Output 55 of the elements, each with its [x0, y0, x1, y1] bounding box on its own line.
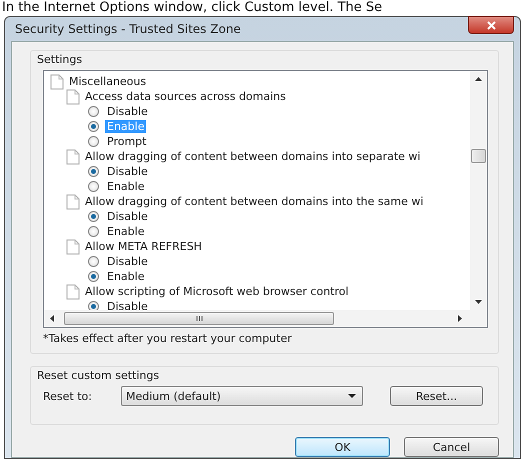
option-label: Disable [106, 165, 149, 178]
footnote-text: *Takes effect after you restart your computer [43, 332, 293, 345]
grip-icon [196, 316, 202, 321]
scroll-thumb[interactable] [64, 312, 334, 325]
document-icon [50, 74, 64, 90]
setting-label: Allow dragging of content between domains into separate wi [85, 150, 420, 163]
option-label: Disable [106, 105, 149, 118]
horizontal-scrollbar[interactable] [44, 310, 470, 327]
radio-button[interactable] [88, 211, 99, 222]
document-icon [66, 284, 80, 300]
radio-button[interactable] [88, 301, 99, 310]
option-label: Disable [106, 300, 149, 310]
reset-level-dropdown[interactable]: Medium (default) [121, 386, 363, 406]
down-arrow-icon[interactable] [475, 300, 482, 304]
radio-button[interactable] [88, 256, 99, 267]
window-title: Security Settings - Trusted Sites Zone [14, 22, 241, 36]
option-label: Enable [106, 225, 146, 238]
option-label: Prompt [106, 135, 148, 148]
cancel-button[interactable]: Cancel [404, 437, 499, 457]
radio-button[interactable] [88, 106, 99, 117]
radio-button[interactable] [88, 271, 99, 282]
reset-to-label: Reset to: [43, 390, 93, 402]
radio-button[interactable] [88, 166, 99, 177]
radio-button[interactable] [88, 136, 99, 147]
group-label: Reset custom settings [37, 369, 160, 382]
setting-label: Allow META REFRESH [85, 240, 202, 253]
document-icon [66, 194, 80, 210]
category-label: Miscellaneous [69, 75, 146, 88]
up-arrow-icon[interactable] [475, 77, 482, 81]
option-label: Enable [106, 270, 146, 283]
setting-label: Allow dragging of content between domains into the same wi [85, 195, 424, 208]
radio-button[interactable] [88, 226, 99, 237]
option-label: Enable [105, 120, 146, 133]
setting-label: Allow scripting of Microsoft web browser control [85, 285, 349, 298]
setting-label: Access data sources across domains [85, 90, 286, 103]
instruction-caption: In the Internet Options window, click Custom level. The Se [1, 0, 384, 16]
ok-button[interactable]: OK [295, 437, 390, 457]
dropdown-arrow-icon [348, 394, 356, 398]
reset-button[interactable]: Reset... [390, 386, 483, 406]
document-icon [66, 148, 80, 164]
document-icon [66, 88, 80, 104]
option-label: Enable [106, 180, 146, 193]
option-label: Disable [106, 255, 149, 268]
document-icon [66, 238, 80, 254]
close-icon [486, 20, 496, 30]
left-arrow-icon[interactable] [50, 315, 54, 322]
dropdown-value: Medium (default) [126, 390, 221, 402]
option-label: Disable [106, 210, 149, 223]
close-button[interactable] [468, 16, 514, 34]
right-arrow-icon[interactable] [458, 315, 462, 322]
scroll-thumb[interactable] [471, 149, 486, 163]
radio-button[interactable] [88, 181, 99, 192]
radio-button[interactable] [88, 121, 99, 132]
group-label: Settings [37, 53, 84, 66]
vertical-scrollbar[interactable] [470, 71, 487, 310]
